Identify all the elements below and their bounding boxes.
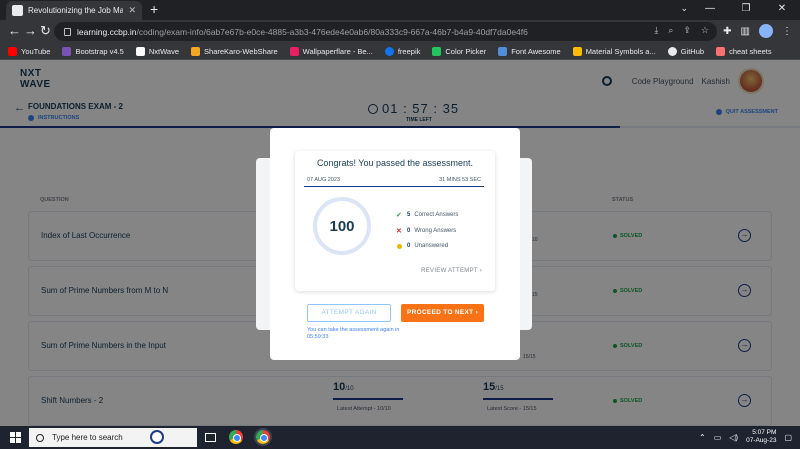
- volume-icon[interactable]: ◁): [729, 433, 738, 442]
- bookmark-color-picker[interactable]: Color Picker: [432, 46, 486, 56]
- omnibox-actions: ⤓ ⌕ ⇪ ☆: [654, 25, 709, 36]
- close-window-icon[interactable]: ✕: [764, 0, 800, 20]
- taskbar-search-placeholder: Type here to search: [52, 433, 123, 442]
- dot-icon: [397, 243, 402, 249]
- material-symbols-icon: [572, 46, 582, 56]
- reload-icon[interactable]: ↻: [40, 23, 51, 39]
- browser-toolbar: ← → ↻ learning.ccbp.in /coding/exam-info…: [0, 20, 800, 43]
- windows-taskbar: Type here to search ⌃ ▭ ◁) 5:07 PM 07-Au…: [0, 426, 800, 449]
- unanswered-stat: 0 Unanswered: [396, 243, 448, 249]
- congrats-message: Congrats! You passed the assessment.: [316, 158, 474, 168]
- extension-area: ✚ ▥ ⋮: [723, 24, 792, 38]
- share-icon[interactable]: ⇪: [683, 25, 691, 36]
- taskbar-clock[interactable]: 5:07 PM 07-Aug-23: [746, 429, 776, 445]
- result-meta: 07 AUG 2023 31 MINS 53 SEC: [304, 177, 484, 187]
- bookmark-youtube[interactable]: YouTube: [8, 46, 50, 56]
- search-highlight-icon[interactable]: [150, 430, 164, 444]
- color-picker-icon: [432, 46, 442, 56]
- attempt-again-button[interactable]: ATTEMPT AGAIN: [307, 304, 391, 322]
- address-bar[interactable]: learning.ccbp.in /coding/exam-info/6ab7e…: [54, 22, 717, 41]
- retake-hint: You can take the assessment again in 05:…: [307, 327, 400, 340]
- site-favicon-icon: [12, 5, 23, 16]
- network-icon[interactable]: ▭: [714, 433, 722, 442]
- taskbar-search[interactable]: Type here to search: [29, 428, 197, 447]
- url-path: /coding/exam-info/6ab7e67b-e0ce-4885-a3b…: [136, 26, 528, 37]
- result-card: Congrats! You passed the assessment. 07 …: [295, 151, 495, 291]
- github-icon: [667, 46, 677, 56]
- check-icon: ✓: [396, 212, 402, 219]
- notifications-icon[interactable]: ▢: [784, 433, 792, 442]
- bookmark-sharekaro[interactable]: ShareKaro-WebShare: [191, 46, 278, 56]
- exam-page: NXT WAVE Code Playground Kashish ← FOUND…: [0, 60, 800, 426]
- browser-tabstrip: Revolutionizing the Job Market | ✕ + ⌄ —…: [0, 0, 800, 20]
- chrome-icon[interactable]: [229, 430, 243, 444]
- bookmark-github[interactable]: GitHub: [667, 46, 704, 56]
- freepik-icon: [384, 46, 394, 56]
- bookmark-wallpaperflare[interactable]: Wallpaperflare - Be...: [289, 46, 373, 56]
- chevron-up-icon[interactable]: ⌃: [699, 433, 706, 442]
- bookmark-freepik[interactable]: freepik: [384, 46, 420, 56]
- install-icon[interactable]: ⤓: [654, 25, 658, 36]
- score-ring: 100: [313, 197, 371, 255]
- bookmark-material-symbols[interactable]: Material Symbols a...: [572, 46, 656, 56]
- close-tab-icon[interactable]: ✕: [128, 5, 136, 16]
- youtube-icon: [8, 46, 17, 56]
- tab-search-icon[interactable]: ⌄: [680, 3, 688, 14]
- system-tray: ⌃ ▭ ◁) 5:07 PM 07-Aug-23 ▢: [699, 429, 792, 445]
- sharekaro-icon: [191, 46, 201, 56]
- result-modal: Congrats! You passed the assessment. 07 …: [270, 128, 520, 360]
- browser-tab[interactable]: Revolutionizing the Job Market | ✕: [6, 1, 142, 20]
- side-panel-icon[interactable]: ▥: [741, 26, 750, 37]
- back-icon[interactable]: ←: [8, 23, 21, 39]
- bookmark-nxtwave[interactable]: NxtWave: [135, 46, 179, 56]
- zoom-icon[interactable]: ⌕: [668, 25, 673, 36]
- bookmark-font-awesome[interactable]: Font Awesome: [498, 46, 561, 56]
- result-date: 07 AUG 2023: [307, 177, 341, 183]
- window-controls: — ❐ ✕: [692, 0, 800, 20]
- proceed-to-next-button[interactable]: PROCEED TO NEXT ›: [401, 304, 484, 322]
- forward-icon[interactable]: →: [24, 23, 37, 39]
- minimize-icon[interactable]: —: [692, 0, 728, 20]
- bookmark-bootstrap[interactable]: Bootstrap v4.5: [62, 46, 124, 56]
- bookmark-star-icon[interactable]: ☆: [701, 25, 709, 36]
- bookmark-cheat-sheets[interactable]: cheat sheets: [716, 46, 772, 56]
- tab-title: Revolutionizing the Job Market |: [28, 6, 124, 15]
- search-icon: [36, 433, 44, 442]
- wallpaperflare-icon: [289, 46, 299, 56]
- windows-start-icon[interactable]: [10, 432, 21, 443]
- review-attempt-link[interactable]: REVIEW ATTEMPT ›: [421, 268, 482, 274]
- score-value: 100: [329, 217, 355, 235]
- profile-avatar[interactable]: [759, 24, 773, 38]
- wrong-stat: ✕ 0 Wrong Answers: [396, 228, 457, 235]
- bookmarks-bar: YouTube Bootstrap v4.5 NxtWave ShareKaro…: [0, 43, 800, 60]
- chrome-active-icon[interactable]: [254, 428, 272, 446]
- nxtwave-icon: [135, 46, 145, 56]
- taskbar-apps: [205, 428, 272, 446]
- cheat-sheets-icon: [716, 46, 726, 56]
- url-domain: learning.ccbp.in: [77, 26, 137, 37]
- lock-icon: [64, 27, 71, 36]
- menu-icon[interactable]: ⋮: [782, 26, 792, 37]
- bootstrap-icon: [62, 46, 72, 56]
- new-tab-button[interactable]: +: [150, 2, 158, 16]
- font-awesome-icon: [498, 46, 508, 56]
- maximize-icon[interactable]: ❐: [728, 0, 764, 20]
- correct-stat: ✓ 5 Correct Answers: [396, 212, 459, 219]
- task-view-icon[interactable]: [205, 432, 216, 442]
- cross-icon: ✕: [396, 228, 402, 235]
- result-duration: 31 MINS 53 SEC: [439, 177, 481, 183]
- extensions-icon[interactable]: ✚: [723, 26, 731, 37]
